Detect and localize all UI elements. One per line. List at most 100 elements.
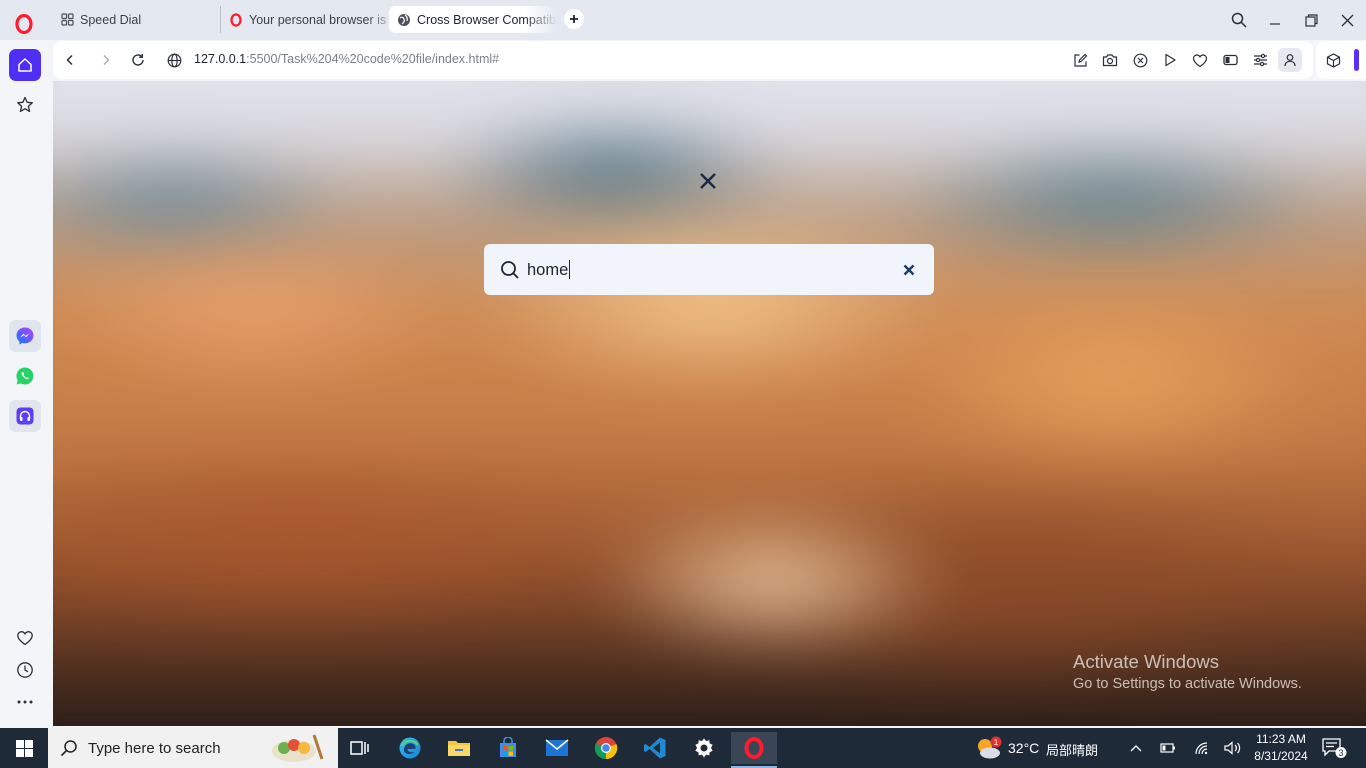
minimize-button[interactable]	[1263, 8, 1287, 32]
start-button[interactable]	[0, 728, 48, 768]
weather-icon[interactable]: 1	[974, 735, 1004, 761]
opera-logo-icon[interactable]	[12, 12, 36, 36]
weather-alert-count: 1	[994, 738, 999, 747]
notification-icon: 3	[1322, 738, 1347, 758]
search-icon	[60, 740, 77, 757]
watermark-subtitle: Go to Settings to activate Windows.	[1073, 676, 1302, 692]
notifications-button[interactable]: 3	[1318, 732, 1350, 764]
sidebar-favorites-button[interactable]	[9, 622, 41, 654]
plus-icon	[570, 15, 578, 23]
battery-saver-button[interactable]	[1220, 50, 1240, 70]
sidebar-history-button[interactable]	[9, 654, 41, 686]
site-info-button[interactable]	[164, 50, 184, 70]
clear-search-icon[interactable]	[902, 263, 916, 277]
clock-time: 11:23 AM	[1256, 732, 1306, 746]
task-view-icon	[350, 741, 369, 755]
reload-icon	[132, 54, 144, 66]
extensions-button[interactable]	[1323, 50, 1343, 70]
sidebar-whatsapp-button[interactable]	[9, 360, 41, 392]
restore-icon	[1304, 13, 1318, 27]
search-highlight-icon	[272, 734, 324, 762]
shield-icon	[1133, 53, 1147, 67]
user-icon	[1284, 54, 1296, 67]
new-tab-button[interactable]	[564, 9, 584, 29]
file-explorer-taskbar-button[interactable]	[439, 732, 479, 764]
speaker-icon	[1224, 741, 1241, 755]
volume-tray-button[interactable]	[1221, 732, 1245, 764]
tab-label: Cross Browser Compatibil	[417, 12, 557, 27]
sidebar-messenger-button[interactable]	[9, 320, 41, 352]
chrome-taskbar-button[interactable]	[586, 732, 626, 764]
vscode-taskbar-button[interactable]	[635, 732, 675, 764]
edit-button[interactable]	[1070, 50, 1090, 70]
headphones-icon	[16, 407, 34, 425]
home-icon	[18, 58, 32, 72]
more-dots-icon	[17, 700, 33, 704]
taskbar-search-box[interactable]: Type here to search	[48, 728, 338, 768]
clock-icon	[17, 662, 33, 678]
play-icon	[1165, 53, 1176, 67]
taskbar-clock[interactable]: 11:23 AM 8/31/2024	[1250, 731, 1312, 765]
reload-button[interactable]	[128, 50, 148, 70]
taskbar-search-label: Type here to search	[88, 740, 221, 757]
mail-taskbar-button[interactable]	[537, 732, 577, 764]
weather-description[interactable]: 局部晴朗	[1046, 740, 1098, 759]
easy-setup-button[interactable]	[1250, 50, 1270, 70]
profile-button[interactable]	[1278, 48, 1302, 72]
tab-cross-browser[interactable]: Cross Browser Compatibil	[389, 6, 557, 33]
search-box	[484, 244, 934, 295]
sidebar-more-button[interactable]	[9, 686, 41, 718]
clock-date: 8/31/2024	[1254, 749, 1308, 763]
tab-search-button[interactable]	[1227, 8, 1251, 32]
close-window-button[interactable]	[1335, 8, 1359, 32]
chevron-left-icon	[66, 54, 73, 66]
tab-opera-personal[interactable]: Your personal browser is a	[220, 6, 388, 33]
url-text[interactable]: 127.0.0.1:5500/Task%204%20code%20file/in…	[194, 52, 499, 66]
edge-taskbar-button[interactable]	[390, 732, 430, 764]
sidebar-home-button[interactable]	[9, 49, 41, 81]
adblock-button[interactable]	[1130, 50, 1150, 70]
close-search-button[interactable]	[696, 169, 720, 193]
star-icon	[17, 96, 33, 113]
battery-tray-button[interactable]	[1156, 732, 1180, 764]
sidebar-music-player-button[interactable]	[9, 400, 41, 432]
battery-icon	[1160, 743, 1175, 753]
edit-icon	[1073, 53, 1087, 67]
notification-count: 3	[1338, 748, 1343, 758]
opera-icon	[744, 737, 764, 759]
task-view-button[interactable]	[340, 732, 380, 764]
show-hidden-icons-button[interactable]	[1124, 732, 1148, 764]
settings-taskbar-button[interactable]	[684, 732, 724, 764]
edge-icon	[399, 737, 421, 759]
whatsapp-icon	[16, 367, 34, 385]
sidebar-bookmarks-button[interactable]	[9, 89, 41, 121]
opera-icon	[229, 12, 243, 27]
player-button[interactable]	[1160, 50, 1180, 70]
store-icon	[500, 737, 516, 757]
folder-icon	[448, 741, 470, 756]
snapshot-button[interactable]	[1100, 50, 1120, 70]
wifi-icon	[1195, 742, 1208, 755]
bookmark-button[interactable]	[1190, 50, 1210, 70]
sidebar-indicator	[1354, 49, 1359, 71]
minimize-icon	[1270, 23, 1280, 25]
tab-label: Your personal browser is a	[249, 12, 388, 27]
sidebar	[0, 40, 50, 728]
speed-dial-icon	[60, 13, 74, 27]
cube-icon	[1326, 52, 1340, 68]
text-caret	[569, 260, 570, 279]
messenger-icon	[16, 327, 34, 345]
tab-speed-dial[interactable]: Speed Dial	[52, 6, 220, 33]
url-host: 127.0.0.1	[194, 52, 247, 66]
gear-icon	[695, 738, 713, 758]
forward-button[interactable]	[96, 50, 116, 70]
search-input[interactable]	[527, 257, 887, 283]
tab-strip: Speed Dial Your personal browser is a Cr…	[0, 0, 1366, 40]
store-taskbar-button[interactable]	[488, 732, 528, 764]
network-tray-button[interactable]	[1190, 732, 1214, 764]
opera-taskbar-button[interactable]	[731, 732, 777, 768]
weather-temp[interactable]: 32°C	[1008, 740, 1039, 756]
settings-sliders-icon	[1253, 53, 1267, 67]
restore-button[interactable]	[1299, 8, 1323, 32]
back-button[interactable]	[60, 50, 80, 70]
